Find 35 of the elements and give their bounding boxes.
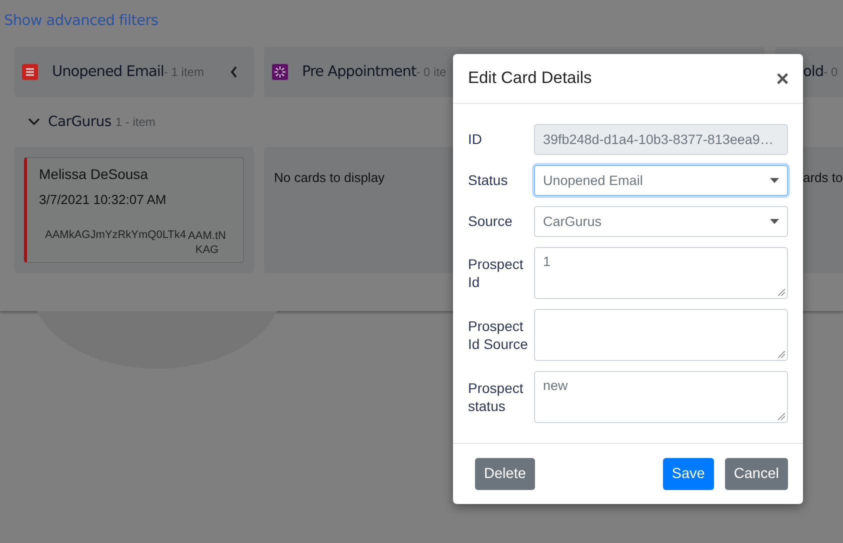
field-label: Prospect status <box>468 379 524 415</box>
id-field: 39fb248d-d1a4-10b3-8377-813eea9… <box>534 124 788 155</box>
chevron-left-icon[interactable] <box>230 66 238 78</box>
dialog-button[interactable]: Cancel <box>724 458 788 490</box>
select-field[interactable]: Unopened Email <box>534 165 788 196</box>
field-label: Prospect Id <box>468 255 524 291</box>
column-title: Unopened Email <box>52 64 164 80</box>
dialog-button[interactable]: Save <box>662 458 714 490</box>
resize-handle-icon[interactable] <box>778 289 785 296</box>
caret-icon <box>770 219 779 224</box>
select-field[interactable]: CarGurus <box>534 206 788 237</box>
column-title: old <box>803 64 824 80</box>
lead-card[interactable]: Melissa DeSousa 3/7/2021 10:32:07 AM AAMkAGJmYzRkYmQ0LTk4 AAM.tN KAG <box>24 157 244 263</box>
field-label: ID <box>468 130 483 148</box>
empty-message: ards to <box>803 170 843 185</box>
chevron-down-icon[interactable] <box>28 118 40 126</box>
dialog-title: Edit Card Details <box>468 69 592 88</box>
text-area[interactable]: new <box>534 371 788 423</box>
lead-name: Melissa DeSousa <box>39 166 149 182</box>
column-title: Pre Appointment <box>302 64 416 80</box>
caret-icon <box>770 178 779 183</box>
lead-date: 3/7/2021 10:32:07 AM <box>39 192 168 207</box>
close-button[interactable]: × <box>776 66 789 92</box>
resize-handle-icon[interactable] <box>778 351 785 358</box>
swimlane-title: CarGurus <box>48 114 112 130</box>
item-count: 1 - item <box>115 115 156 129</box>
resize-handle-icon[interactable] <box>778 413 785 420</box>
lead-reference: AAMkAGJmYzRkYmQ0LTk4 <box>45 229 186 243</box>
empty-message: No cards to display <box>274 170 385 185</box>
field-label: Source <box>468 212 514 230</box>
lead-reference: AAM.tN KAG <box>187 229 227 257</box>
field-label: Status <box>468 171 509 189</box>
dialog-button[interactable]: Delete <box>475 458 535 490</box>
field-label: Prospect Id Source <box>468 317 529 353</box>
text-area[interactable]: 1 <box>534 247 788 299</box>
